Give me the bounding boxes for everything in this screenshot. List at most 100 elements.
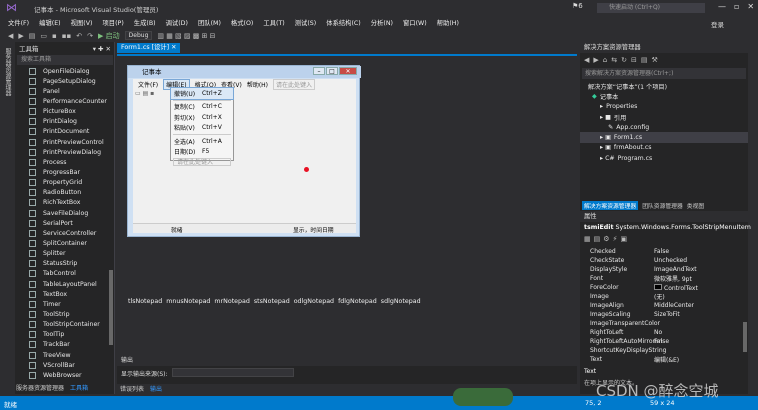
toolbox-item[interactable]: SerialPort	[15, 218, 115, 228]
tab-class-view[interactable]: 类视图	[687, 201, 704, 210]
start-button[interactable]: ▶ 启动	[98, 31, 120, 41]
toolbox-item[interactable]: PerformanceCounter	[15, 96, 115, 106]
menu-item-date[interactable]: 日期(D) F5	[171, 147, 233, 158]
property-row[interactable]: Text 编辑(&E)	[580, 355, 744, 364]
toolbox-item[interactable]: ServiceController	[15, 228, 115, 238]
toolbox-item[interactable]: WebBrowser	[15, 370, 115, 380]
toolbox-search-input[interactable]: 搜索工具箱	[17, 55, 113, 65]
property-row[interactable]: RightToLeftAutoMirrorIm False	[580, 337, 744, 346]
tree-item-solution[interactable]: 解决方案“记事本”(1 个项目)	[580, 81, 748, 91]
collapse-icon[interactable]: ⊟	[631, 56, 637, 64]
form-menu-strip[interactable]: 文件(F) 编辑(E) 格式(O) 查看(V) 帮助(H) 请在此处键入	[133, 78, 356, 90]
minimize-icon[interactable]: —	[718, 2, 726, 11]
form-designer-window[interactable]: 记事本 – □ ✕ 文件(F) 编辑(E) 格式(O) 查看(V) 帮助(H) …	[127, 65, 361, 237]
toolbox-item[interactable]: TextBox	[15, 289, 115, 299]
tree-item-appconfig[interactable]: ✎ App.config	[580, 122, 748, 132]
menu-analyze[interactable]: 分析(N)	[371, 18, 393, 27]
properties-icon[interactable]: ⚙	[603, 235, 609, 243]
toolbox-item[interactable]: PrintPreviewDialog	[15, 147, 115, 157]
toolbox-item[interactable]: PageSetupDialog	[15, 76, 115, 86]
toolbox-item[interactable]: SplitContainer	[15, 238, 115, 248]
toolbox-item[interactable]: PrintDialog	[15, 117, 115, 127]
undo-icon[interactable]: ↶	[76, 32, 82, 40]
property-row[interactable]: DisplayStyle ImageAndText	[580, 265, 744, 274]
property-row[interactable]: Checked False	[580, 247, 744, 256]
menu-build[interactable]: 生成(B)	[134, 18, 156, 27]
tray-item[interactable]: mnusNotepad	[166, 298, 210, 305]
wrench-icon[interactable]: ⚒	[651, 56, 657, 64]
tab-error-list[interactable]: 错误列表	[120, 384, 144, 393]
property-row[interactable]: Image (无)	[580, 292, 744, 301]
events-icon[interactable]: ⚡	[613, 235, 618, 243]
property-row[interactable]: Font 微软雅黑, 9pt	[580, 274, 744, 283]
menu-item-cut[interactable]: 剪切(X) Ctrl+X	[171, 112, 233, 123]
tray-item[interactable]: sdlgNotepad	[381, 298, 421, 305]
toolbox-item[interactable]: StatusStrip	[15, 259, 115, 269]
tab-output[interactable]: 输出	[150, 384, 162, 393]
toolbox-item[interactable]: TabControl	[15, 269, 115, 279]
menu-item-undo[interactable]: 撤销(U) Ctrl+Z	[170, 87, 234, 100]
tab-solution-explorer[interactable]: 解决方案资源管理器	[582, 201, 639, 210]
menu-project[interactable]: 项目(P)	[102, 18, 123, 27]
server-explorer-tab[interactable]: 服务器资源管理器	[3, 48, 12, 96]
form-menu-file[interactable]: 文件(F)	[138, 80, 158, 89]
property-row[interactable]: ForeColor ControlText	[580, 283, 744, 292]
redo-icon[interactable]: ↷	[87, 32, 93, 40]
tree-item-frmabout[interactable]: ▸ ▣ frmAbout.cs	[580, 143, 748, 153]
menu-item-placeholder[interactable]: 请在此处键入	[173, 158, 231, 166]
form-status-strip[interactable]: 就绪 显示，时间日期	[133, 223, 356, 234]
property-row[interactable]: RightToLeft No	[580, 328, 744, 337]
toolbox-item[interactable]: Timer	[15, 299, 115, 309]
menu-team[interactable]: 团队(M)	[198, 18, 221, 27]
toolbox-item[interactable]: ToolStripContainer	[15, 320, 115, 330]
tab-toolbox[interactable]: 工具箱	[70, 383, 88, 392]
menu-format[interactable]: 格式(O)	[231, 18, 253, 27]
menu-item-copy[interactable]: 复制(C) Ctrl+C	[171, 102, 233, 113]
tree-item-properties[interactable]: ▸ Properties	[580, 102, 748, 112]
menu-item-select-all[interactable]: 全选(A) Ctrl+A	[171, 136, 233, 147]
tab-team-explorer[interactable]: 团队资源管理器	[642, 201, 683, 210]
configuration-select[interactable]: Debug	[124, 31, 153, 40]
menu-architecture[interactable]: 体系结构(C)	[326, 18, 361, 27]
forward-icon[interactable]: ▶	[593, 56, 598, 64]
sync-icon[interactable]: ⇆	[611, 56, 617, 64]
toolbox-item[interactable]: OpenFileDialog	[15, 66, 115, 76]
tray-item[interactable]: mrNotepad	[214, 298, 249, 305]
tray-item[interactable]: tlsNotepad	[128, 298, 162, 305]
close-icon[interactable]: ✕	[747, 2, 754, 11]
toolbox-item[interactable]: VScrollBar	[15, 360, 115, 370]
toolbox-item[interactable]: Process	[15, 157, 115, 167]
toolbox-item[interactable]: ProgressBar	[15, 167, 115, 177]
toolbox-item[interactable]: TableLayoutPanel	[15, 279, 115, 289]
tray-item[interactable]: odlgNotepad	[294, 298, 334, 305]
form-menu-placeholder[interactable]: 请在此处键入	[273, 78, 316, 90]
toolbox-item[interactable]: ToolStrip	[15, 309, 115, 319]
output-source-select[interactable]	[172, 368, 294, 377]
save-all-icon[interactable]: ▪▪	[62, 32, 72, 40]
tree-item-project[interactable]: ◆ 记事本	[580, 91, 748, 101]
toolbox-item[interactable]: ToolTip	[15, 330, 115, 340]
toolbox-scrollbar[interactable]	[109, 270, 113, 345]
property-row[interactable]: ImageTransparentColor	[580, 319, 744, 328]
toolbox-item[interactable]: Splitter	[15, 249, 115, 259]
property-row[interactable]: ShortcutKeyDisplayString	[580, 346, 744, 355]
menu-item-paste[interactable]: 粘贴(V) Ctrl+V	[171, 123, 233, 134]
toolbox-item[interactable]: PrintDocument	[15, 127, 115, 137]
tray-item[interactable]: stsNotepad	[254, 298, 290, 305]
form-menu-help[interactable]: 帮助(H)	[247, 80, 268, 89]
notification-icon[interactable]: ⚑ 6	[572, 2, 583, 10]
tab-server-explorer[interactable]: 服务器资源管理器	[16, 383, 64, 392]
toolbox-item[interactable]: PictureBox	[15, 107, 115, 117]
menu-window[interactable]: 窗口(W)	[403, 18, 427, 27]
tray-item[interactable]: fdlgNotepad	[338, 298, 377, 305]
tree-item-program[interactable]: ▸ C# Program.cs	[580, 153, 748, 163]
properties-scrollbar[interactable]	[743, 322, 747, 352]
toolbox-item[interactable]: PropertyGrid	[15, 178, 115, 188]
toolbox-item[interactable]: SaveFileDialog	[15, 208, 115, 218]
login-link[interactable]: 登录	[711, 19, 724, 29]
new-project-icon[interactable]: ▤	[29, 32, 36, 40]
properties-icon[interactable]: ▤	[641, 56, 648, 64]
toolbox-item[interactable]: Panel	[15, 86, 115, 96]
properties-object-select[interactable]: tsmiEdit System.Windows.Forms.ToolStripM…	[584, 224, 751, 231]
refresh-icon[interactable]: ↻	[621, 56, 627, 64]
